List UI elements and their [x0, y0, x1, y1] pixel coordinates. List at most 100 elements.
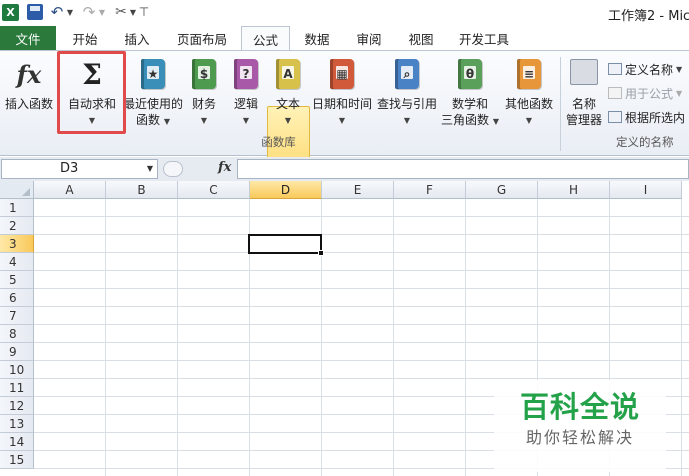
name-manager-icon: [570, 59, 598, 85]
column-header-f[interactable]: F: [394, 181, 466, 199]
row-header-8[interactable]: 8: [0, 325, 34, 343]
use-in-formula-button[interactable]: 用于公式 ▼: [608, 84, 682, 102]
save-icon[interactable]: [27, 4, 43, 20]
define-name-button[interactable]: 定义名称 ▼: [608, 60, 682, 78]
define-name-label: 定义名称: [625, 62, 674, 77]
create-from-selection-label: 根据所选内: [625, 110, 686, 125]
active-cell-d3[interactable]: [248, 234, 322, 254]
formula-input[interactable]: [237, 159, 689, 179]
create-from-selection-button[interactable]: 根据所选内: [608, 108, 685, 126]
column-header-d[interactable]: D: [250, 181, 322, 199]
chevron-down-icon: ▼: [676, 88, 683, 98]
row-header-9[interactable]: 9: [0, 343, 34, 361]
row-header-3[interactable]: 3: [0, 235, 34, 253]
formula-bar-resize-handle[interactable]: [163, 161, 183, 177]
customize-toolbar-icon[interactable]: ⊤: [139, 3, 149, 21]
row-header-10[interactable]: 10: [0, 361, 34, 379]
use-in-formula-label: 用于公式: [625, 86, 674, 101]
undo-icon[interactable]: ↶: [50, 3, 64, 21]
tab-page-layout[interactable]: 页面布局: [166, 26, 238, 50]
logic-glyph: ?: [242, 67, 250, 81]
name-manager-label-2: 管理器: [565, 113, 602, 127]
watermark-title: 百科全说: [519, 390, 640, 424]
chevron-down-icon: ▼: [403, 116, 411, 125]
recent-functions-label-2: 函数 ▼: [123, 113, 183, 129]
ribbon-tabs: 文件 开始 插入 页面布局 公式 数据 审阅 视图 开发工具: [0, 26, 689, 51]
tools-icon[interactable]: ✂: [112, 3, 130, 21]
row-header-7[interactable]: 7: [0, 307, 34, 325]
fill-handle[interactable]: [318, 250, 324, 256]
row-header-5[interactable]: 5: [0, 271, 34, 289]
math-trig-button[interactable]: θ 数学和 三角函数 ▼: [440, 57, 500, 133]
column-header-e[interactable]: E: [322, 181, 394, 199]
column-header-h[interactable]: H: [538, 181, 610, 199]
define-name-icon: [608, 63, 622, 75]
calendar-book-icon: ▦: [330, 59, 354, 89]
tools-dropdown-icon[interactable]: ▼: [129, 3, 137, 21]
column-header-c[interactable]: C: [178, 181, 250, 199]
lookup-reference-button[interactable]: ⌕ 查找与引用 ▼: [376, 57, 438, 133]
name-manager-button[interactable]: 名称 管理器: [562, 57, 606, 133]
lookup-reference-label: 查找与引用: [376, 97, 437, 111]
excel-icon[interactable]: X: [2, 4, 19, 21]
row-header-2[interactable]: 2: [0, 217, 34, 235]
tab-insert[interactable]: 插入: [114, 26, 160, 50]
autosum-highlight-box: [57, 51, 126, 134]
logical-button[interactable]: ? 逻辑 ▼: [228, 57, 264, 133]
name-manager-label: 名称: [571, 97, 596, 111]
row-header-11[interactable]: 11: [0, 379, 34, 397]
chevron-down-icon[interactable]: ▼: [147, 160, 153, 178]
watermark-subtitle: 助你轻松解决: [525, 428, 634, 447]
column-header-g[interactable]: G: [466, 181, 538, 199]
books-icon: ≡: [517, 59, 541, 89]
chevron-down-icon: ▼: [163, 117, 170, 126]
insert-function-fx-icon[interactable]: fx: [218, 160, 231, 175]
use-in-formula-icon: [608, 87, 622, 99]
row-header-6[interactable]: 6: [0, 289, 34, 307]
date-time-button[interactable]: ▦ 日期和时间 ▼: [311, 57, 373, 133]
name-box[interactable]: D3 ▼: [1, 159, 158, 179]
formula-bar: D3 ▼ fx: [0, 157, 689, 181]
magnifier-book-icon: ⌕: [395, 59, 419, 89]
function-library-group-label: 函数库: [261, 135, 296, 149]
text-button[interactable]: A 文本 ▼: [268, 57, 308, 133]
tab-home[interactable]: 开始: [62, 26, 108, 50]
watermark: 百科全说 助你轻松解决: [494, 380, 666, 472]
column-header-b[interactable]: B: [106, 181, 178, 199]
row-header-13[interactable]: 13: [0, 415, 34, 433]
tab-review[interactable]: 审阅: [346, 26, 392, 50]
row-header-14[interactable]: 14: [0, 433, 34, 451]
row-header-1[interactable]: 1: [0, 199, 34, 217]
math-glyph: θ: [465, 67, 475, 81]
column-header-i[interactable]: I: [610, 181, 682, 199]
math-trig-label-2: 三角函数 ▼: [440, 113, 500, 129]
tab-file[interactable]: 文件: [0, 26, 56, 50]
select-all-corner[interactable]: [0, 181, 34, 199]
theta-book-icon: θ: [458, 59, 482, 89]
title-bar: X ↶ ▼ ↷ ▼ ✂ ▼ ⊤ 工作簿2 - Mic: [0, 0, 689, 26]
insert-function-button[interactable]: fx 插入函数: [2, 57, 56, 133]
chevron-down-icon: ▼: [338, 116, 346, 125]
column-header-a[interactable]: A: [34, 181, 106, 199]
finance-book-icon: $: [192, 59, 216, 89]
financial-button[interactable]: $ 财务 ▼: [185, 57, 223, 133]
text-glyph: A: [283, 67, 293, 81]
row-header-15[interactable]: 15: [0, 451, 34, 469]
star-book-icon: ★: [141, 59, 165, 89]
create-from-selection-icon: [608, 111, 622, 123]
window-title: 工作簿2 - Mic: [608, 9, 689, 24]
tab-developer[interactable]: 开发工具: [452, 26, 516, 50]
recent-functions-button[interactable]: ★ 最近使用的 函数 ▼: [123, 57, 183, 133]
more-functions-button[interactable]: ≡ 其他函数 ▼: [502, 57, 556, 133]
row-header-4[interactable]: 4: [0, 253, 34, 271]
tab-formulas[interactable]: 公式: [241, 26, 290, 51]
row-header-12[interactable]: 12: [0, 397, 34, 415]
redo-dropdown-icon[interactable]: ▼: [98, 3, 106, 21]
tab-data[interactable]: 数据: [294, 26, 340, 50]
logical-label: 逻辑: [233, 97, 258, 111]
undo-dropdown-icon[interactable]: ▼: [66, 3, 74, 21]
redo-icon[interactable]: ↷: [82, 3, 96, 21]
recent-functions-label: 最近使用的: [123, 97, 184, 111]
chevron-down-icon: ▼: [284, 116, 292, 125]
tab-view[interactable]: 视图: [398, 26, 444, 50]
